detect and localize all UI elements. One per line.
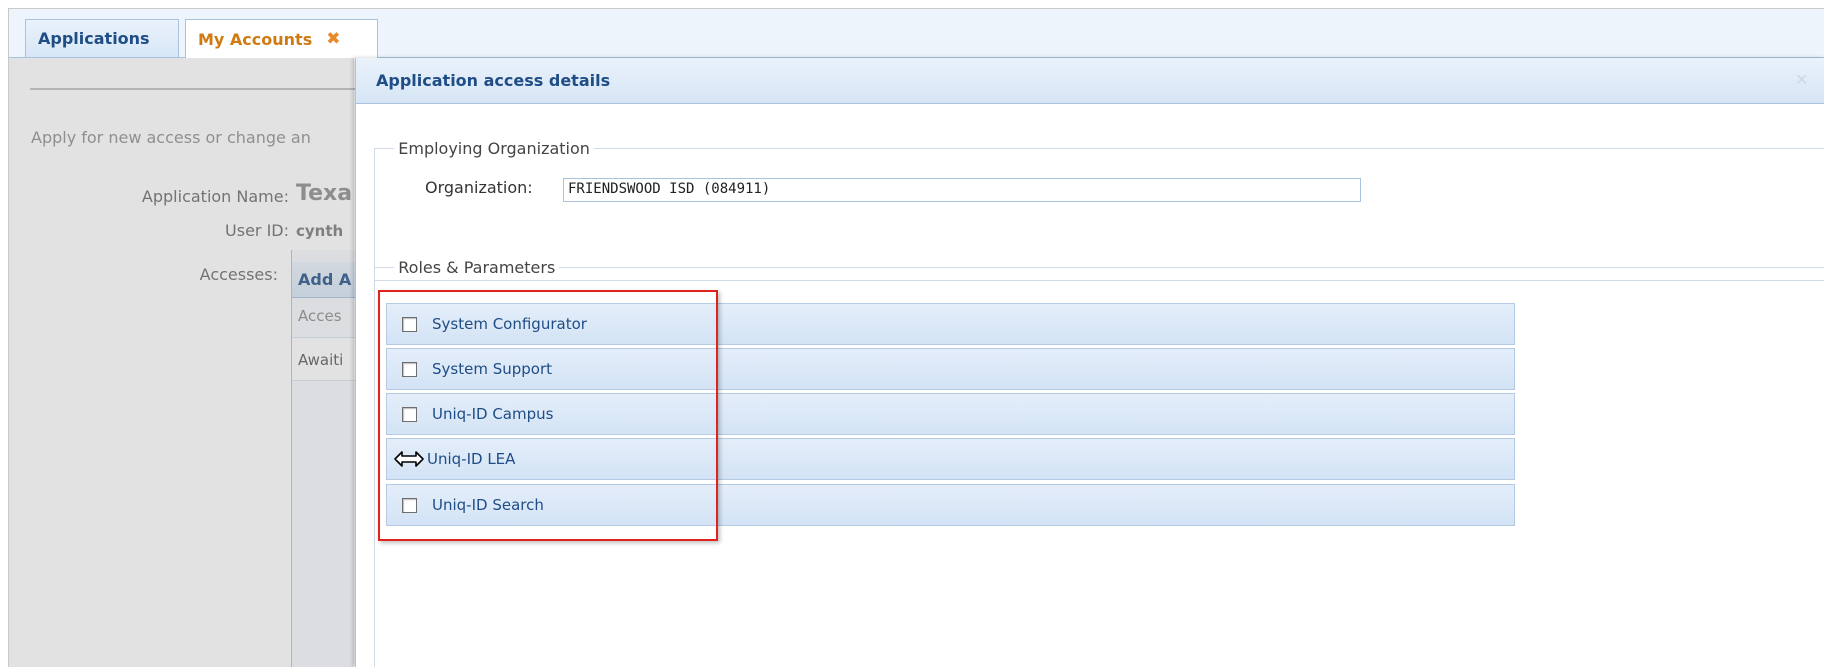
tab-applications-label: Applications [38, 29, 150, 48]
tab-my-accounts-label: My Accounts [198, 29, 313, 49]
tab-my-accounts[interactable]: My Accounts ✖ [185, 19, 378, 58]
modal-overlay [9, 58, 354, 667]
dialog-header: Application access details ✕ [356, 58, 1824, 104]
roles-parameters-legend: Roles & Parameters [398, 258, 556, 277]
close-icon[interactable]: ✖ [326, 29, 340, 49]
dialog-close-icon[interactable]: ✕ [1795, 72, 1811, 88]
tab-applications[interactable]: Applications [25, 19, 179, 57]
organization-field[interactable]: FRIENDSWOOD ISD (084911) [563, 178, 1361, 202]
highlight-annotation-box [378, 290, 718, 541]
organization-label: Organization: [425, 178, 533, 197]
tab-strip: Applications My Accounts ✖ [9, 9, 1824, 58]
dialog-title: Application access details [376, 71, 611, 90]
employing-organization-legend: Employing Organization [398, 139, 590, 158]
